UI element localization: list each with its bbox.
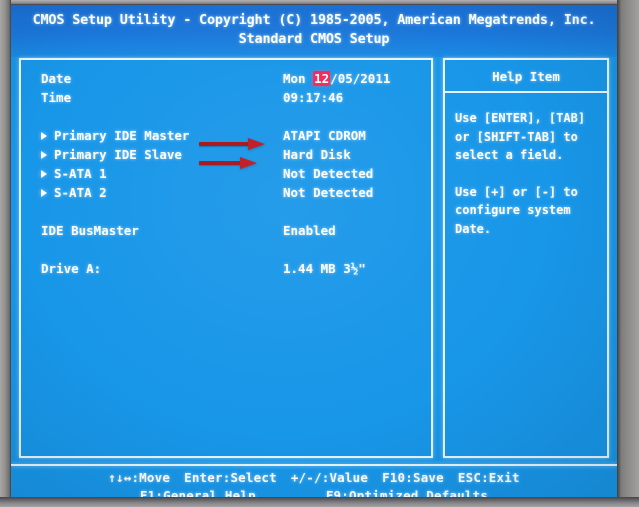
footer-line-1: ↑↓↔:Move Enter:Select +/-/:Value F10:Save ES… xyxy=(11,469,617,487)
expand-triangle-icon[interactable] xyxy=(41,170,47,178)
monitor-bezel-left xyxy=(0,0,11,507)
row-spacer-3 xyxy=(21,240,431,259)
expand-triangle-icon[interactable] xyxy=(41,151,47,159)
key-exit[interactable]: ESC:Exit xyxy=(458,470,520,485)
key-select[interactable]: Enter:Select xyxy=(184,470,277,485)
row-ide-busmaster[interactable]: IDE BusMaster Enabled xyxy=(21,221,431,240)
label-primary-ide-master: Primary IDE Master xyxy=(54,128,190,143)
label-primary-ide-slave: Primary IDE Slave xyxy=(54,147,182,162)
value-ide-busmaster[interactable]: Enabled xyxy=(283,221,336,240)
value-date[interactable]: Mon 12/05/2011 xyxy=(283,69,390,88)
row-drive-a[interactable]: Drive A: 1.44 MB 3½" xyxy=(21,259,431,278)
row-spacer-1 xyxy=(21,107,431,126)
bios-screen: CMOS Setup Utility - Copyright (C) 1985-… xyxy=(11,5,617,497)
row-primary-ide-master[interactable]: Primary IDE Master ATAPI CDROM xyxy=(21,126,431,145)
date-weekday: Mon xyxy=(283,71,314,86)
monitor-bezel-right xyxy=(617,0,639,507)
footer-keybindings: ↑↓↔:Move Enter:Select +/-/:Value F10:Save ES… xyxy=(11,469,617,497)
row-primary-ide-slave[interactable]: Primary IDE Slave Hard Disk xyxy=(21,145,431,164)
label-sata-2: S-ATA 2 xyxy=(54,185,107,200)
footer-line-2: F1:General Help F9:Optimized Defaults xyxy=(11,487,617,497)
value-drive-a[interactable]: 1.44 MB 3½" xyxy=(283,259,366,278)
help-text-configure-date: Use [+] or [-] to configure system Date. xyxy=(455,184,578,236)
row-sata-2[interactable]: S-ATA 2 Not Detected xyxy=(21,183,431,202)
label-ide-busmaster: IDE BusMaster xyxy=(41,223,139,238)
key-save[interactable]: F10:Save xyxy=(382,470,444,485)
row-spacer-2 xyxy=(21,202,431,221)
key-optimized-defaults[interactable]: F9:Optimized Defaults xyxy=(326,488,488,497)
key-general-help[interactable]: F1:General Help xyxy=(140,488,256,497)
label-sata-1: S-ATA 1 xyxy=(54,166,107,181)
bios-title-section: Standard CMOS Setup xyxy=(238,31,390,47)
date-month-highlighted[interactable]: 12 xyxy=(313,71,331,86)
expand-triangle-icon[interactable] xyxy=(41,132,47,140)
label-drive-a: Drive A: xyxy=(41,261,102,276)
bios-header: CMOS Setup Utility - Copyright (C) 1985-… xyxy=(11,5,617,57)
key-move[interactable]: ↑↓↔:Move xyxy=(108,470,170,485)
monitor-bezel-bottom xyxy=(0,497,639,507)
date-rest: /05/2011 xyxy=(330,71,391,86)
footer-divider xyxy=(11,464,617,466)
settings-rows: Date Mon 12/05/2011 Time 09:17:46 Primar… xyxy=(21,60,431,278)
value-time[interactable]: 09:17:46 xyxy=(283,88,343,107)
bios-setup-screenshot: CMOS Setup Utility - Copyright (C) 1985-… xyxy=(0,0,639,507)
key-value[interactable]: +/-/:Value xyxy=(291,470,368,485)
label-date: Date xyxy=(41,71,72,86)
label-time: Time xyxy=(41,90,72,105)
value-sata-2[interactable]: Not Detected xyxy=(283,183,373,202)
value-primary-ide-slave[interactable]: Hard Disk xyxy=(283,145,351,164)
row-date[interactable]: Date Mon 12/05/2011 xyxy=(21,69,431,88)
help-panel-body: Use [ENTER], [TAB] or [SHIFT-TAB] to sel… xyxy=(445,93,607,238)
value-sata-1[interactable]: Not Detected xyxy=(283,164,373,183)
settings-panel: Date Mon 12/05/2011 Time 09:17:46 Primar… xyxy=(19,58,433,458)
help-text-select-field: Use [ENTER], [TAB] or [SHIFT-TAB] to sel… xyxy=(455,111,586,162)
help-panel: Help Item Use [ENTER], [TAB] or [SHIFT-T… xyxy=(443,58,609,458)
expand-triangle-icon[interactable] xyxy=(41,189,47,197)
value-primary-ide-master[interactable]: ATAPI CDROM xyxy=(283,126,366,145)
help-panel-title: Help Item xyxy=(445,60,607,93)
row-sata-1[interactable]: S-ATA 1 Not Detected xyxy=(21,164,431,183)
bios-title-copyright: CMOS Setup Utility - Copyright (C) 1985-… xyxy=(32,12,596,28)
row-time[interactable]: Time 09:17:46 xyxy=(21,88,431,107)
